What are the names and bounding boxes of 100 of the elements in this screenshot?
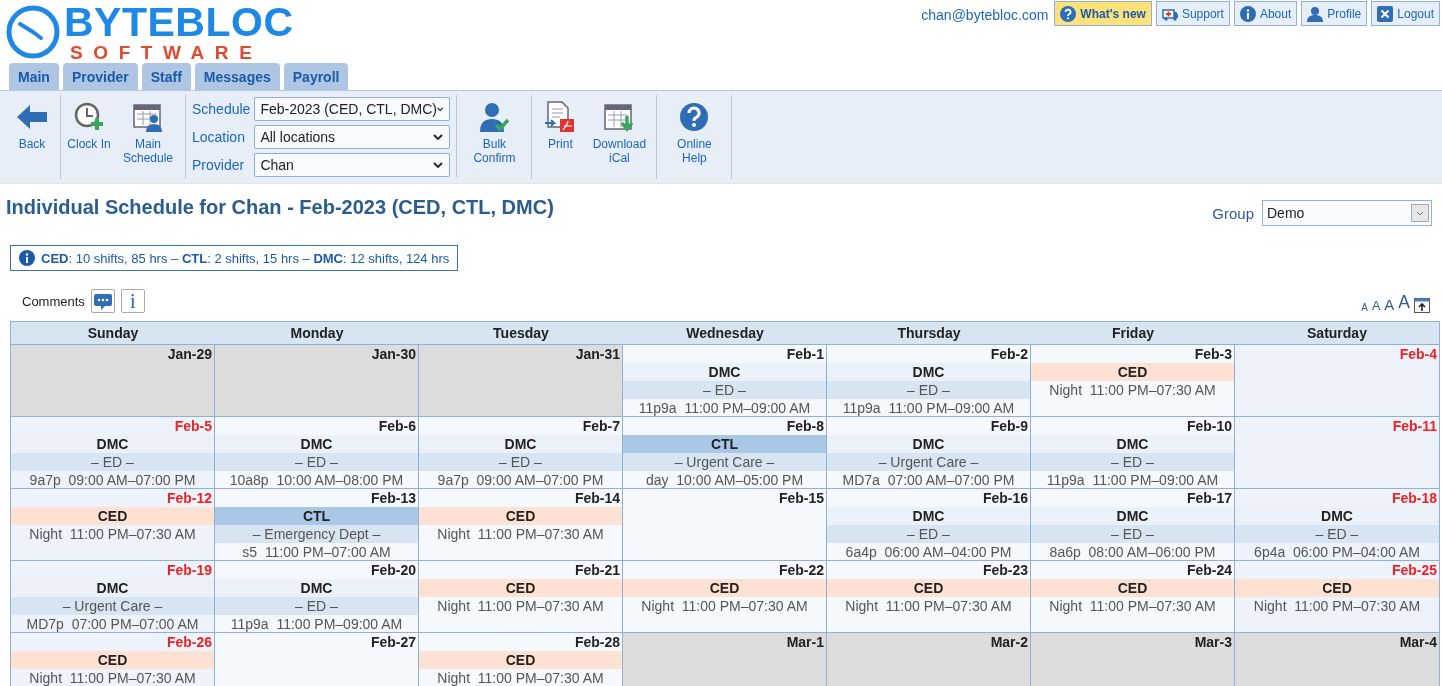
close-icon bbox=[1377, 5, 1394, 22]
weekday-header: Tuesday bbox=[419, 322, 623, 345]
shift-site-label: CED bbox=[419, 579, 622, 597]
shift-department: – ED – bbox=[11, 453, 214, 471]
shift-site-label: CED bbox=[11, 651, 214, 669]
calendar-day-cell[interactable]: Jan-30 bbox=[215, 345, 419, 417]
day-date: Feb-16 bbox=[981, 489, 1029, 507]
calendar-day-cell[interactable]: Feb-16 DMC – ED – 6a4p 06:00 AM–04:00 PM bbox=[827, 489, 1031, 561]
shift-department: – ED – bbox=[623, 381, 826, 399]
shift-site-label: CTL bbox=[215, 507, 418, 525]
weekday-header: Thursday bbox=[827, 322, 1031, 345]
calendar-day-cell[interactable]: Feb-19 DMC – Urgent Care – MD7p 07:00 PM–07:00 AM bbox=[11, 561, 215, 633]
shift-time: 9a7p 09:00 AM–07:00 PM bbox=[436, 471, 605, 489]
clock-plus-icon bbox=[73, 101, 105, 133]
header-button[interactable]: Support bbox=[1155, 1, 1230, 26]
calendar-day-cell[interactable]: Mar-1 bbox=[623, 633, 827, 686]
font-size-option[interactable]: A bbox=[1361, 302, 1368, 313]
calendar-day-cell[interactable]: Feb-15 bbox=[623, 489, 827, 561]
comment-bubble-icon bbox=[93, 292, 112, 310]
nav-tab[interactable]: Payroll bbox=[283, 63, 349, 90]
header-button[interactable]: Profile bbox=[1301, 1, 1368, 26]
shift-time: MD7a 07:00 AM–07:00 PM bbox=[841, 471, 1016, 489]
day-date: Jan-31 bbox=[574, 345, 621, 363]
calendar-day-cell[interactable]: Feb-18 DMC – ED – 6p4a 06:00 PM–04:00 AM bbox=[1235, 489, 1439, 561]
calendar-day-cell[interactable]: Feb-12 CED Night 11:00 PM–07:30 AM bbox=[11, 489, 215, 561]
comment-button[interactable] bbox=[90, 289, 115, 313]
window-expand-icon[interactable] bbox=[1414, 298, 1430, 313]
chevron-down-icon bbox=[433, 133, 444, 141]
calendar-download-icon bbox=[603, 101, 636, 133]
calendar-day-cell[interactable]: Feb-5 DMC – ED – 9a7p 09:00 AM–07:00 PM bbox=[11, 417, 215, 489]
toolbar-button[interactable]: Clock In bbox=[67, 95, 111, 179]
calendar-day-cell[interactable]: Feb-2 DMC – ED – 11p9a 11:00 PM–09:00 AM bbox=[827, 345, 1031, 417]
filter-label: Location bbox=[192, 129, 246, 145]
filter-label: Schedule bbox=[192, 101, 251, 117]
calendar-day-cell[interactable]: Feb-4 bbox=[1235, 345, 1439, 417]
user-email-link[interactable]: chan@bytebloc.com bbox=[921, 1, 1051, 23]
calendar-day-cell[interactable]: Feb-6 DMC – ED – 10a8p 10:00 AM–08:00 PM bbox=[215, 417, 419, 489]
calendar-day-cell[interactable]: Feb-10 DMC – ED – 11p9a 11:00 PM–09:00 AM bbox=[1031, 417, 1235, 489]
calendar-day-cell[interactable]: Feb-14 CED Night 11:00 PM–07:30 AM bbox=[419, 489, 623, 561]
calendar-day-cell[interactable]: Mar-4 bbox=[1235, 633, 1439, 686]
calendar-day-cell[interactable]: Feb-13 CTL – Emergency Dept – s5 11:00 PM–07:00 AM bbox=[215, 489, 419, 561]
nav-tab[interactable]: Staff bbox=[141, 63, 191, 90]
toolbar-button[interactable]: Bulk Confirm bbox=[463, 95, 526, 179]
user-icon bbox=[1307, 5, 1324, 22]
shift-time: Night 11:00 PM–07:30 AM bbox=[1048, 597, 1217, 615]
info-icon bbox=[19, 250, 35, 266]
weekday-header: Friday bbox=[1031, 322, 1235, 345]
shift-site-label: CED bbox=[1031, 579, 1234, 597]
shift-site-label: DMC bbox=[11, 579, 214, 597]
font-size-option[interactable]: A bbox=[1398, 292, 1410, 313]
nav-tab[interactable]: Main bbox=[9, 63, 59, 90]
toolbar-button[interactable]: Download iCal bbox=[588, 95, 651, 179]
header-button[interactable]: What's new bbox=[1054, 1, 1152, 26]
day-date: Feb-21 bbox=[573, 561, 621, 579]
font-size-option[interactable]: A bbox=[1371, 299, 1381, 313]
nav-tab[interactable]: Provider bbox=[62, 63, 138, 90]
header-button[interactable]: About bbox=[1233, 1, 1298, 26]
calendar-day-cell[interactable]: Mar-2 bbox=[827, 633, 1031, 686]
shift-time: 11p9a 11:00 PM–09:00 AM bbox=[637, 399, 812, 417]
group-dropdown[interactable]: Demo bbox=[1262, 200, 1432, 226]
calendar-day-cell[interactable]: Feb-21 CED Night 11:00 PM–07:30 AM bbox=[419, 561, 623, 633]
toolbar-button[interactable]: Print bbox=[538, 95, 583, 179]
shift-time: MD7p 07:00 PM–07:00 AM bbox=[25, 615, 200, 633]
header-button[interactable]: Logout bbox=[1371, 1, 1440, 26]
toolbar-button[interactable]: Back bbox=[10, 95, 54, 179]
calendar-day-cell[interactable]: Feb-17 DMC – ED – 8a6p 08:00 AM–06:00 PM bbox=[1031, 489, 1235, 561]
page-title: Individual Schedule for Chan - Feb-2023 (CED, CTL, DMC) bbox=[6, 196, 554, 219]
calendar-day-cell[interactable]: Jan-31 bbox=[419, 345, 623, 417]
calendar-day-cell[interactable]: Feb-28 CED Night 11:00 PM–07:30 AM bbox=[419, 633, 623, 686]
calendar-day-cell[interactable]: Feb-23 CED Night 11:00 PM–07:30 AM bbox=[827, 561, 1031, 633]
nav-tab[interactable]: Messages bbox=[194, 63, 280, 90]
shift-department: – ED – bbox=[1235, 525, 1439, 543]
calendar-day-cell[interactable]: Feb-11 bbox=[1235, 417, 1439, 489]
calendar-day-cell[interactable]: Feb-25 CED Night 11:00 PM–07:30 AM bbox=[1235, 561, 1439, 633]
calendar-day-cell[interactable]: Feb-22 CED Night 11:00 PM–07:30 AM bbox=[623, 561, 827, 633]
shift-site-label: CED bbox=[419, 651, 622, 669]
shift-department: – ED – bbox=[1031, 453, 1234, 471]
calendar-day-cell[interactable]: Mar-3 bbox=[1031, 633, 1235, 686]
calendar-day-cell[interactable]: Feb-26 CED Night 11:00 PM–07:30 AM bbox=[11, 633, 215, 686]
calendar-day-cell[interactable]: Jan-29 bbox=[11, 345, 215, 417]
filter-dropdown[interactable]: Chan bbox=[254, 153, 451, 177]
info-button[interactable]: i bbox=[120, 289, 145, 313]
calendar-day-cell[interactable]: Feb-20 DMC – ED – 11p9a 11:00 PM–09:00 AM bbox=[215, 561, 419, 633]
toolbar-button[interactable]: Online Help bbox=[663, 95, 726, 179]
calendar-day-cell[interactable]: Feb-24 CED Night 11:00 PM–07:30 AM bbox=[1031, 561, 1235, 633]
shift-site-label: DMC bbox=[623, 363, 826, 381]
font-size-option[interactable]: A bbox=[1384, 296, 1395, 313]
calendar-day-cell[interactable]: Feb-9 DMC – Urgent Care – MD7a 07:00 AM–07:00 PM bbox=[827, 417, 1031, 489]
calendar-day-cell[interactable]: Feb-1 DMC – ED – 11p9a 11:00 PM–09:00 AM bbox=[623, 345, 827, 417]
shift-time: 11p9a 11:00 PM–09:00 AM bbox=[229, 615, 404, 633]
calendar-day-cell[interactable]: Feb-3 CED Night 11:00 PM–07:30 AM bbox=[1031, 345, 1235, 417]
help-icon bbox=[1060, 5, 1077, 22]
filter-dropdown[interactable]: Feb-2023 (CED, CTL, DMC) bbox=[254, 97, 451, 121]
shift-department: – ED – bbox=[1031, 525, 1234, 543]
calendar-day-cell[interactable]: Feb-8 CTL – Urgent Care – day 10:00 AM–05:00 PM bbox=[623, 417, 827, 489]
filter-dropdown[interactable]: All locations bbox=[254, 125, 451, 149]
calendar-day-cell[interactable]: Feb-27 bbox=[215, 633, 419, 686]
toolbar-button[interactable]: Main Schedule bbox=[117, 95, 179, 179]
calendar-day-cell[interactable]: Feb-7 DMC – ED – 9a7p 09:00 AM–07:00 PM bbox=[419, 417, 623, 489]
day-date: Feb-7 bbox=[581, 417, 621, 435]
